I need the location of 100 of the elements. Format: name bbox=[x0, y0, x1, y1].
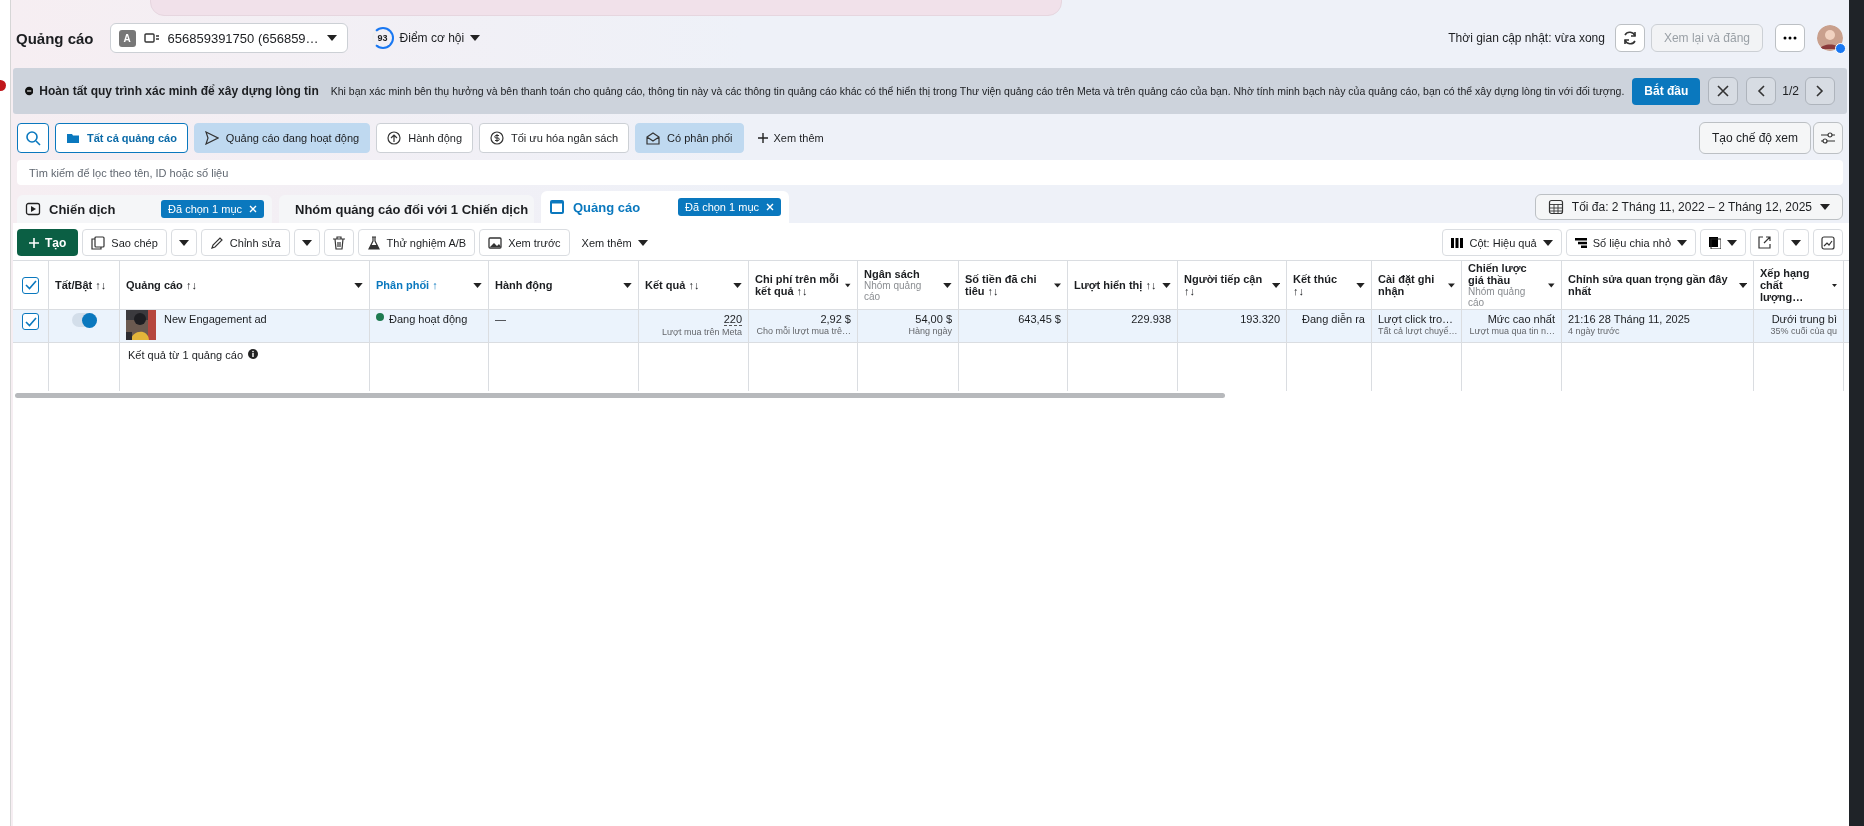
column-header[interactable]: Xếp hạng chất lượng… bbox=[1754, 261, 1844, 309]
level-tab[interactable]: Quảng cáo Đã chọn 1 mục bbox=[541, 191, 789, 223]
filter-chip[interactable]: Có phân phối bbox=[635, 123, 744, 153]
account-selector[interactable]: A 656859391750 (656859… bbox=[109, 23, 348, 53]
banner-text: Khi bạn xác minh bên thụ hưởng và bên thanh toán cho quảng cáo, thông tin này và các thông tin quảng cáo khác có thể hiển thị trong Thư viện quảng cáo trên Meta và trên quảng cáo của bạn. Nhờ tính minh bạch này của quảng cáo, bạn có thể xây dựng lòng tin với đối tượng. bbox=[330, 85, 1625, 97]
caret-icon bbox=[301, 239, 312, 246]
cell-subtext: Lượt mua qua tin n… bbox=[1469, 326, 1555, 336]
refresh-button[interactable] bbox=[1614, 24, 1645, 52]
select-all-checkbox[interactable] bbox=[22, 276, 39, 294]
caret-icon bbox=[178, 239, 189, 246]
plus-icon bbox=[29, 237, 39, 248]
export-menu-button[interactable] bbox=[1783, 229, 1809, 256]
avatar[interactable] bbox=[1817, 25, 1843, 51]
account-icon bbox=[143, 30, 160, 46]
caret-icon bbox=[623, 282, 632, 288]
start-button[interactable]: Bắt đầu bbox=[1632, 77, 1701, 105]
search-field[interactable]: Tìm kiếm để lọc theo tên, ID hoặc số liệu bbox=[17, 160, 1843, 185]
column-header[interactable]: Quảng cáo ↑↓ bbox=[120, 261, 370, 309]
create-view-button[interactable]: Tạo chế độ xem bbox=[1698, 122, 1811, 154]
cell-value: — bbox=[495, 313, 506, 325]
toggle-switch[interactable] bbox=[71, 313, 97, 327]
caret-icon bbox=[1356, 282, 1365, 288]
column-header[interactable]: Kết thúc ↑↓ bbox=[1287, 261, 1372, 309]
cell-value: 220 bbox=[723, 313, 742, 326]
sliders-icon bbox=[1820, 132, 1836, 144]
copy-button[interactable]: Sao chép bbox=[82, 229, 167, 256]
summary-text: Kết quả từ 1 quảng cáo bbox=[128, 349, 243, 361]
cell-value: 54,00 $ bbox=[915, 313, 952, 325]
close-icon bbox=[766, 203, 774, 211]
filter-chip[interactable]: Hành động bbox=[376, 123, 474, 153]
column-header[interactable]: Phân phối ↑ bbox=[370, 261, 489, 309]
cell-value: 193.320 bbox=[1240, 313, 1280, 325]
next-button[interactable] bbox=[1805, 77, 1835, 105]
cell-value: Dưới trung bì bbox=[1771, 313, 1837, 325]
caret-icon bbox=[1054, 282, 1061, 288]
column-header[interactable]: Lượt hiển thị ↑↓ bbox=[1068, 261, 1178, 309]
delete-button[interactable] bbox=[323, 229, 354, 256]
reports-button[interactable] bbox=[1700, 229, 1746, 256]
level-label: Chiến dịch bbox=[49, 201, 117, 217]
export-button[interactable] bbox=[1750, 229, 1779, 256]
create-button[interactable]: Tạo bbox=[17, 229, 79, 256]
ab-test-button[interactable]: Thử nghiệm A/B bbox=[357, 229, 476, 256]
selection-badge[interactable]: Đã chọn 1 mục bbox=[678, 198, 781, 216]
edit-menu-button[interactable] bbox=[293, 229, 320, 256]
cell-value: Mức cao nhất bbox=[1487, 313, 1555, 325]
preview-button[interactable]: Xem trước bbox=[479, 229, 570, 256]
caret-icon bbox=[354, 282, 363, 288]
breakdown-button[interactable]: Số liệu chia nhỏ bbox=[1565, 229, 1696, 256]
filter-chip[interactable]: Tối ưu hóa ngân sách bbox=[479, 123, 630, 153]
column-header[interactable]: Số tiền đã chi tiêu ↑↓ bbox=[959, 261, 1068, 309]
ad-name[interactable]: New Engagement ad bbox=[164, 310, 267, 325]
filter-chip[interactable]: Quảng cáo đang hoạt động bbox=[193, 123, 371, 153]
close-button[interactable] bbox=[1708, 77, 1739, 105]
column-header[interactable]: Chỉnh sửa quan trọng gần đây nhất bbox=[1562, 261, 1754, 309]
more-button[interactable] bbox=[1775, 24, 1805, 52]
filter-chip[interactable]: Tất cả quảng cáo bbox=[55, 123, 188, 153]
previous-button[interactable] bbox=[1746, 77, 1777, 105]
column-header[interactable]: Ngân sách Nhóm quảng cáo bbox=[858, 261, 959, 309]
level-label: Quảng cáo bbox=[573, 199, 642, 215]
table-row[interactable] bbox=[13, 310, 1849, 343]
opportunity-score-button[interactable]: 93 Điểm cơ hội bbox=[365, 26, 487, 50]
selection-badge[interactable]: Đã chọn 1 mục bbox=[161, 200, 264, 218]
banner-title: Hoàn tất quy trình xác minh để xây dựng lòng tin bbox=[39, 84, 319, 98]
date-range-picker[interactable]: Tối đa: 2 Tháng 11, 2022 – 2 Tháng 12, 2025 bbox=[1534, 194, 1843, 220]
edit-button[interactable]: Chỉnh sửa bbox=[200, 229, 290, 256]
caret-icon bbox=[1542, 239, 1553, 246]
horizontal-scrollbar[interactable] bbox=[15, 392, 1225, 398]
column-header[interactable]: Người tiếp cận ↑↓ bbox=[1178, 261, 1287, 309]
column-header[interactable]: Cài đặt ghi nhận bbox=[1372, 261, 1462, 309]
caret-icon bbox=[1791, 239, 1801, 246]
column-header[interactable]: Chiến lược giá thầu Nhóm quảng cáo bbox=[1462, 261, 1562, 309]
column-header[interactable]: Chi phí trên mỗi kết quả ↑↓ bbox=[749, 261, 858, 309]
level-tab[interactable]: Chiến dịch Đã chọn 1 mục bbox=[17, 195, 272, 223]
caret-icon bbox=[733, 282, 742, 288]
envelope-icon bbox=[646, 131, 661, 145]
refresh-icon bbox=[1621, 30, 1638, 46]
more-icon bbox=[1783, 36, 1797, 40]
row-checkbox[interactable] bbox=[22, 313, 39, 330]
trash-icon bbox=[331, 235, 346, 250]
level-tab[interactable]: Nhóm quảng cáo đối với 1 Chiến dịch bbox=[279, 195, 534, 223]
cell-subtext: Hàng ngày bbox=[908, 326, 952, 336]
search-button[interactable] bbox=[17, 123, 49, 153]
caret-icon bbox=[1820, 204, 1830, 210]
see-more-filters[interactable]: Xem thêm bbox=[751, 131, 830, 145]
column-header[interactable]: Tất/Bật ↑↓ bbox=[49, 261, 120, 309]
columns-button[interactable]: Cột: Hiệu quả bbox=[1442, 229, 1562, 256]
settings-button[interactable] bbox=[1813, 122, 1843, 154]
chart-icon bbox=[1821, 235, 1835, 250]
copy-menu-button[interactable] bbox=[170, 229, 197, 256]
close-icon bbox=[1717, 85, 1730, 97]
chart-button[interactable] bbox=[1813, 229, 1843, 256]
chevron-left-icon bbox=[1757, 85, 1766, 97]
caret-icon bbox=[470, 35, 481, 41]
update-time: Thời gian cập nhật: vừa xong bbox=[1448, 31, 1605, 45]
search-icon bbox=[25, 130, 41, 146]
column-header[interactable]: Hành động bbox=[489, 261, 639, 309]
folder-icon bbox=[66, 131, 80, 145]
cell-value: Đang diễn ra bbox=[1302, 313, 1365, 325]
caret-icon bbox=[1448, 282, 1455, 288]
column-header[interactable]: Kết quả ↑↓ bbox=[639, 261, 749, 309]
